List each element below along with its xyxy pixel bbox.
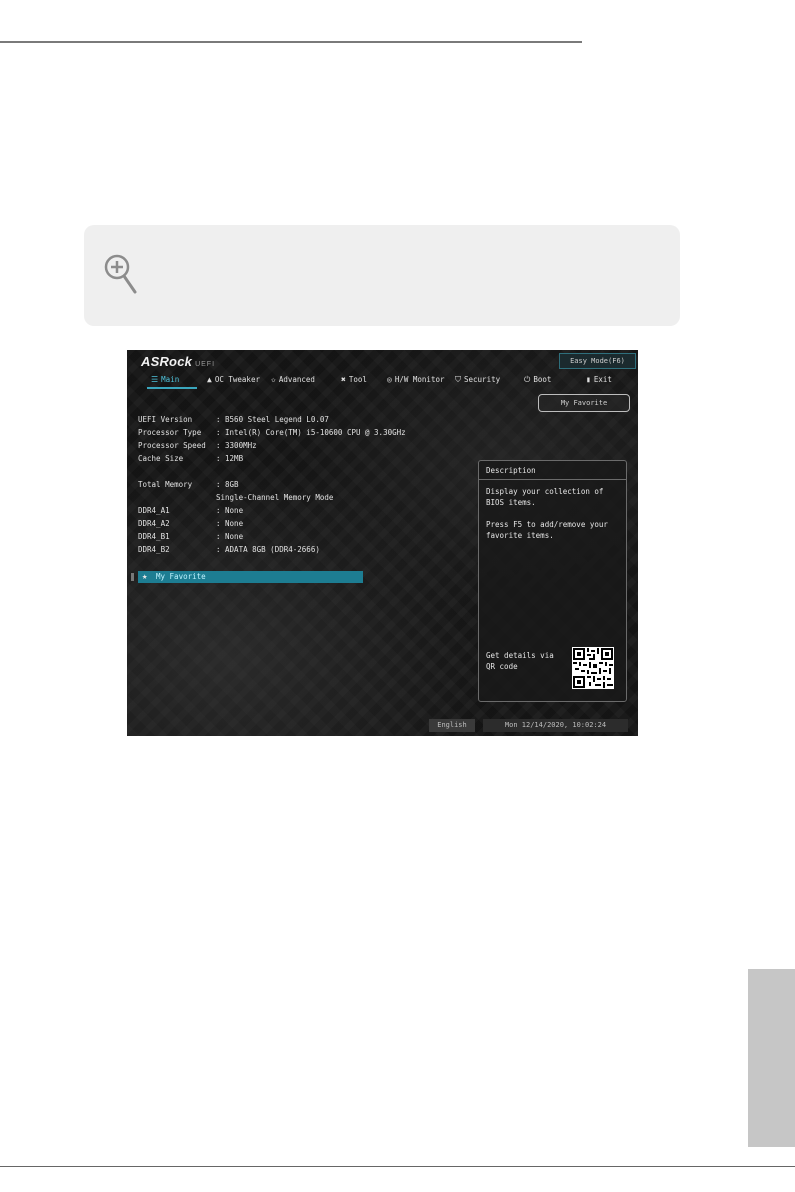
monitor-icon: ◎ <box>387 374 392 384</box>
star-icon: ✩ <box>271 374 276 384</box>
date-time: Mon 12/14/2020, 10:02:24 <box>483 719 628 732</box>
tab-main[interactable]: ☰ Main <box>151 375 179 384</box>
tab-tool[interactable]: ✖ Tool <box>341 375 367 384</box>
asrock-logo: ASRock UEFI <box>141 354 216 369</box>
list-icon: ☰ <box>151 374 159 384</box>
tab-exit[interactable]: ▮ Exit <box>586 375 612 384</box>
power-icon: ⏻ <box>524 374 531 384</box>
tab-security[interactable]: ⛉ Security <box>455 375 500 384</box>
tab-oc-tweaker[interactable]: ▲ OC Tweaker <box>207 375 260 384</box>
language-selector[interactable]: English <box>429 719 475 732</box>
description-title: Description <box>486 466 536 475</box>
tab-advanced[interactable]: ✩ Advanced <box>271 375 315 384</box>
flame-icon: ▲ <box>207 374 212 384</box>
description-text: Display your collection of BIOS items. P… <box>486 487 608 540</box>
qr-caption: Get details via QR code <box>486 651 554 671</box>
status-bar: English Mon 12/14/2020, 10:02:24 <box>127 716 638 736</box>
my-favorite-item[interactable]: ★ My Favorite <box>138 571 363 583</box>
bios-screenshot: ASRock UEFI Easy Mode(F6) ☰ Main ▲ OC Tweak… <box>127 350 638 736</box>
tab-boot[interactable]: ⏻ Boot <box>524 375 551 384</box>
exit-icon: ▮ <box>586 374 591 384</box>
note-box <box>84 225 680 326</box>
divider <box>479 479 626 480</box>
active-tab-indicator <box>147 387 197 389</box>
star-icon: ★ <box>142 572 148 582</box>
description-panel: Description Display your collection of B… <box>478 460 627 702</box>
tools-icon: ✖ <box>341 374 346 384</box>
easy-mode-button[interactable]: Easy Mode(F6) <box>559 353 636 369</box>
tab-hw-monitor[interactable]: ◎ H/W Monitor <box>387 375 445 384</box>
main-nav: ☰ Main ▲ OC Tweaker ✩ Advanced ✖ Tool ◎ H/W M… <box>127 375 638 389</box>
qr-code-icon <box>572 647 614 689</box>
language-side-tab <box>748 969 795 1147</box>
my-favorite-button[interactable]: My Favorite <box>538 394 630 412</box>
shield-icon: ⛉ <box>455 374 461 384</box>
header-rule <box>0 41 582 43</box>
footer-rule <box>0 1166 795 1167</box>
zoom-in-icon <box>104 254 137 294</box>
selection-marker <box>131 573 134 581</box>
